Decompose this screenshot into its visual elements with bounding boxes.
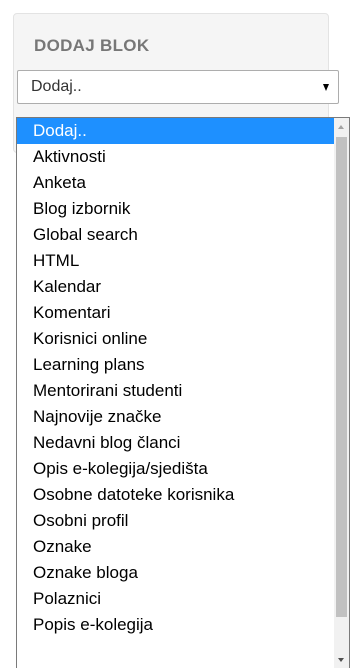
dropdown-option[interactable]: Kalendar — [17, 274, 335, 300]
dropdown-option[interactable]: Learning plans — [17, 352, 335, 378]
dropdown-option[interactable]: Osobne datoteke korisnika — [17, 482, 335, 508]
add-block-select[interactable]: Dodaj.. — [17, 70, 339, 104]
dropdown-option[interactable]: Blog izbornik — [17, 196, 335, 222]
add-block-dropdown-list[interactable]: Dodaj.. Aktivnosti Anketa Blog izbornik … — [16, 117, 350, 668]
dropdown-option[interactable]: Anketa — [17, 170, 335, 196]
dropdown-option[interactable]: Nedavni blog članci — [17, 430, 335, 456]
dropdown-scrollbar[interactable] — [334, 118, 349, 668]
block-title: DODAJ BLOK — [34, 36, 150, 55]
dropdown-option[interactable]: Dodaj.. — [17, 118, 335, 144]
dropdown-option[interactable]: Oznake — [17, 534, 335, 560]
scrollbar-thumb[interactable] — [336, 137, 347, 617]
arrow-down-icon[interactable] — [334, 652, 349, 668]
dropdown-option[interactable]: Opis e-kolegija/sjedišta — [17, 456, 335, 482]
dropdown-option[interactable]: Osobni profil — [17, 508, 335, 534]
dropdown-options: Dodaj.. Aktivnosti Anketa Blog izbornik … — [17, 118, 335, 638]
dropdown-option[interactable]: Global search — [17, 222, 335, 248]
dropdown-option[interactable]: Polaznici — [17, 586, 335, 612]
arrow-up-icon[interactable] — [334, 118, 349, 135]
dropdown-option[interactable]: Mentorirani studenti — [17, 378, 335, 404]
dropdown-option[interactable]: Oznake bloga — [17, 560, 335, 586]
dropdown-option[interactable]: Popis e-kolegija — [17, 612, 335, 638]
chevron-down-icon — [323, 84, 329, 91]
dropdown-option[interactable]: HTML — [17, 248, 335, 274]
dropdown-option[interactable]: Najnovije značke — [17, 404, 335, 430]
dropdown-option[interactable]: Korisnici online — [17, 326, 335, 352]
dropdown-option[interactable]: Aktivnosti — [17, 144, 335, 170]
dropdown-option[interactable]: Komentari — [17, 300, 335, 326]
select-current-value: Dodaj.. — [31, 78, 82, 95]
